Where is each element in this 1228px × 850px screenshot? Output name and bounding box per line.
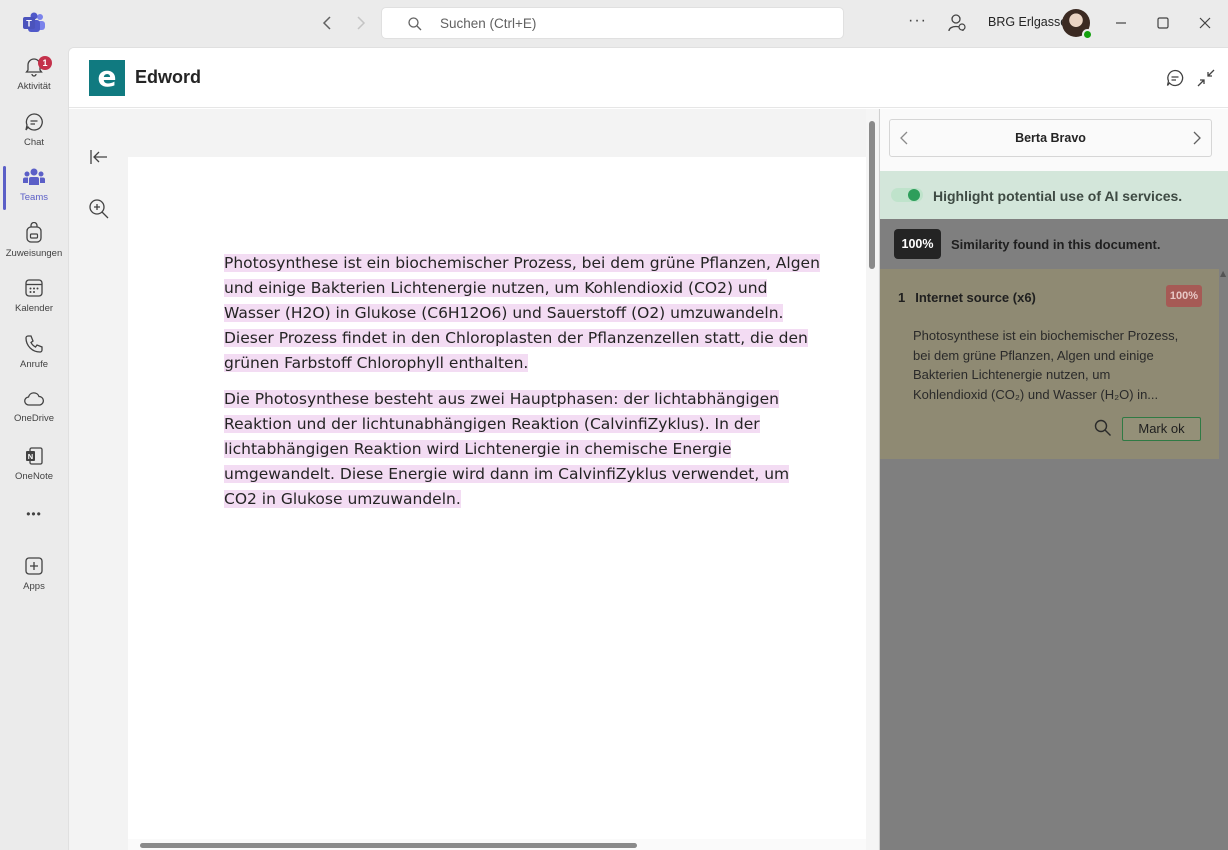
source-excerpt: Photosynthese ist ein biochemischer Proz… bbox=[913, 328, 1179, 402]
rail-item-onenote[interactable]: N OneNote bbox=[0, 441, 68, 493]
document-text[interactable]: Photosynthese ist ein biochemischer Proz… bbox=[224, 251, 824, 523]
chat-icon bbox=[25, 113, 43, 131]
conversation-icon[interactable] bbox=[1165, 68, 1185, 88]
rail-label: Chat bbox=[23, 137, 45, 148]
similarity-panel: Berta Bravo Highlight potential use of A… bbox=[879, 109, 1228, 850]
source-card[interactable]: 1 Internet source (x6) 100% Photosynthese… bbox=[880, 269, 1220, 459]
minimize-button[interactable] bbox=[1110, 12, 1132, 34]
rail-label: OneDrive bbox=[13, 413, 55, 424]
edword-logo: e bbox=[89, 60, 125, 96]
notification-badge: 1 bbox=[38, 56, 52, 70]
rail-label: Kalender bbox=[14, 303, 54, 314]
student-navigator: Berta Bravo bbox=[880, 109, 1228, 171]
ai-highlight-row: Highlight potential use of AI services. bbox=[880, 171, 1228, 219]
rail-item-chat[interactable]: Chat bbox=[0, 107, 68, 159]
rail-label: Apps bbox=[23, 581, 45, 592]
org-name[interactable]: BRG Erlgasse bbox=[988, 15, 1067, 29]
rail-item-anrufe[interactable]: Anrufe bbox=[0, 329, 68, 381]
ai-highlight-label: Highlight potential use of AI services. bbox=[933, 188, 1183, 204]
calendar-icon bbox=[25, 279, 43, 297]
onenote-icon: N bbox=[26, 447, 43, 465]
more-dots-icon: ••• bbox=[26, 507, 42, 521]
view-source-search-icon[interactable] bbox=[1094, 419, 1112, 437]
forward-button[interactable] bbox=[350, 12, 370, 34]
add-app-icon bbox=[25, 557, 43, 575]
zoom-in-icon[interactable] bbox=[87, 197, 111, 221]
rail-label: Anrufe bbox=[20, 359, 48, 370]
mark-ok-button[interactable]: Mark ok bbox=[1122, 417, 1201, 441]
maximize-button[interactable] bbox=[1152, 12, 1174, 34]
title-bar: T Suchen (Ctrl+E) ··· BRG Erlgasse bbox=[0, 0, 1228, 47]
more-apps-button[interactable]: ••• bbox=[0, 499, 68, 529]
search-placeholder: Suchen (Ctrl+E) bbox=[440, 16, 537, 31]
scroll-up-icon[interactable]: ▲ bbox=[1220, 269, 1226, 278]
similarity-badge: 100% bbox=[894, 229, 941, 259]
svg-text:T: T bbox=[26, 19, 32, 29]
rail-item-teams[interactable]: Teams bbox=[0, 162, 68, 214]
back-button[interactable] bbox=[318, 12, 338, 34]
similarity-summary: 100% Similarity found in this document. bbox=[880, 219, 1228, 269]
rail-item-zuweisungen[interactable]: Zuweisungen bbox=[0, 218, 68, 270]
panel-scrollbar[interactable]: ▲ bbox=[1219, 269, 1228, 850]
student-name: Berta Bravo bbox=[1015, 131, 1086, 145]
collapse-icon[interactable] bbox=[1196, 68, 1216, 88]
highlighted-text[interactable]: Photosynthese ist ein biochemischer Proz… bbox=[224, 254, 820, 372]
highlighted-text[interactable]: Die Photosynthese besteht aus zwei Haupt… bbox=[224, 390, 790, 508]
document-paragraph: Die Photosynthese besteht aus zwei Haupt… bbox=[224, 387, 824, 512]
phone-icon bbox=[25, 335, 43, 353]
close-button[interactable] bbox=[1194, 12, 1216, 34]
horizontal-scroll-thumb[interactable] bbox=[140, 843, 637, 848]
toggle-knob bbox=[908, 189, 920, 201]
horizontal-scrollbar[interactable] bbox=[128, 839, 866, 850]
rail-item-onedrive[interactable]: OneDrive bbox=[0, 385, 68, 437]
cloud-icon bbox=[24, 392, 45, 406]
teams-icon bbox=[23, 168, 45, 185]
rail-label: Teams bbox=[20, 192, 48, 203]
search-input[interactable]: Suchen (Ctrl+E) bbox=[381, 7, 844, 39]
teams-logo-icon: T bbox=[22, 12, 46, 34]
app-rail: 1 Aktivität Chat Teams Zuweisungen Kalen… bbox=[0, 47, 68, 850]
search-icon bbox=[408, 17, 422, 31]
org-switch-icon[interactable] bbox=[948, 13, 966, 38]
backpack-icon bbox=[26, 222, 42, 243]
vertical-scrollbar[interactable] bbox=[866, 109, 878, 850]
app-header: e Edword bbox=[69, 48, 1228, 108]
svg-text:N: N bbox=[28, 452, 33, 461]
collapse-sidebar-icon[interactable] bbox=[87, 145, 111, 169]
document-viewer: Photosynthese ist ein biochemischer Proz… bbox=[69, 109, 879, 850]
more-options-icon[interactable]: ··· bbox=[908, 12, 927, 30]
vertical-scroll-thumb[interactable] bbox=[869, 121, 875, 269]
rail-item-kalender[interactable]: Kalender bbox=[0, 273, 68, 325]
rail-item-apps[interactable]: Apps bbox=[0, 551, 68, 603]
rail-label: Aktivität bbox=[17, 81, 51, 92]
rail-label: Zuweisungen bbox=[5, 248, 63, 259]
edword-app: e Edword Photosynthese ist ein biochemis… bbox=[68, 47, 1228, 850]
similarity-text: Similarity found in this document. bbox=[951, 237, 1161, 252]
document-paragraph: Photosynthese ist ein biochemischer Proz… bbox=[224, 251, 824, 376]
source-header: 1 Internet source (x6) bbox=[898, 290, 1036, 305]
rail-label: OneNote bbox=[14, 471, 54, 482]
next-student-icon[interactable] bbox=[1191, 128, 1203, 153]
document-page: Photosynthese ist ein biochemischer Proz… bbox=[128, 157, 867, 850]
avatar[interactable] bbox=[1062, 9, 1093, 40]
app-title: Edword bbox=[135, 67, 201, 87]
student-selector[interactable]: Berta Bravo bbox=[889, 119, 1212, 157]
source-title: Internet source (x6) bbox=[915, 290, 1036, 305]
source-number: 1 bbox=[898, 290, 906, 305]
rail-item-aktivitaet[interactable]: 1 Aktivität bbox=[0, 51, 68, 103]
ai-highlight-toggle[interactable] bbox=[891, 188, 923, 202]
source-percent-badge: 100% bbox=[1166, 285, 1202, 307]
presence-available-icon bbox=[1082, 29, 1093, 40]
